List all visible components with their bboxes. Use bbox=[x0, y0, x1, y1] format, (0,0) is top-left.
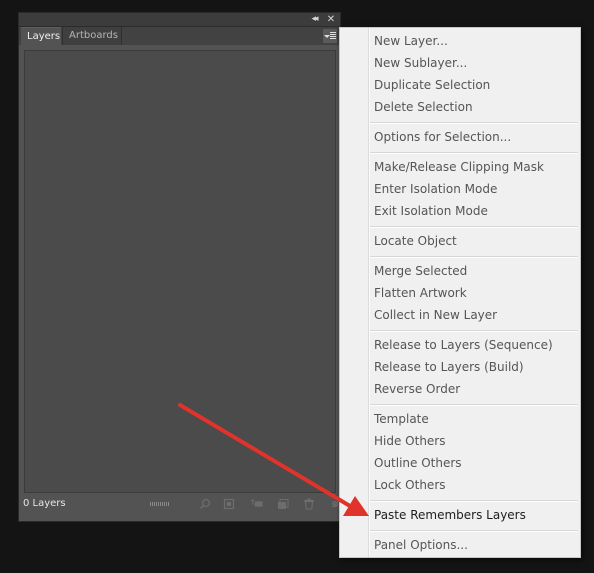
menu-item-paste-remembers-layers[interactable]: Paste Remembers Layers bbox=[374, 504, 526, 526]
menu-item-options-for-selection[interactable]: Options for Selection... bbox=[374, 126, 511, 148]
layer-count-label: 0 Layers bbox=[23, 498, 66, 509]
menu-item-duplicate-selection[interactable]: Duplicate Selection bbox=[374, 74, 490, 96]
search-icon[interactable] bbox=[199, 498, 211, 510]
menu-separator bbox=[370, 122, 578, 124]
chevron-down-icon bbox=[324, 35, 330, 38]
menu-item-exit-isolation-mode[interactable]: Exit Isolation Mode bbox=[374, 200, 488, 222]
clipping-mask-icon[interactable] bbox=[223, 498, 235, 510]
menu-gutter bbox=[368, 28, 370, 557]
close-icon[interactable]: ✕ bbox=[324, 13, 338, 26]
menu-separator bbox=[370, 404, 578, 406]
menu-item-release-to-layers-build[interactable]: Release to Layers (Build) bbox=[374, 356, 524, 378]
menu-separator bbox=[370, 530, 578, 532]
menu-item-reverse-order[interactable]: Reverse Order bbox=[374, 378, 460, 400]
new-sublayer-icon[interactable] bbox=[251, 498, 265, 510]
tab-bar: Layers Artboards bbox=[19, 27, 340, 45]
trash-icon[interactable] bbox=[303, 498, 315, 510]
layers-panel-flyout-menu: New Layer... New Sublayer... Duplicate S… bbox=[339, 27, 581, 558]
menu-item-panel-options[interactable]: Panel Options... bbox=[374, 534, 468, 556]
menu-item-new-sublayer[interactable]: New Sublayer... bbox=[374, 52, 467, 74]
menu-separator bbox=[370, 226, 578, 228]
layers-panel: ◂◂ ✕ Layers Artboards 0 Layers bbox=[18, 12, 341, 522]
panel-resize-handle[interactable] bbox=[150, 502, 170, 506]
menu-separator bbox=[370, 330, 578, 332]
menu-item-outline-others[interactable]: Outline Others bbox=[374, 452, 462, 474]
menu-item-delete-selection[interactable]: Delete Selection bbox=[374, 96, 473, 118]
menu-item-locate-object[interactable]: Locate Object bbox=[374, 230, 457, 252]
menu-item-release-to-layers-sequence[interactable]: Release to Layers (Sequence) bbox=[374, 334, 553, 356]
menu-item-enter-isolation-mode[interactable]: Enter Isolation Mode bbox=[374, 178, 497, 200]
menu-item-template[interactable]: Template bbox=[374, 408, 429, 430]
panel-menu-button[interactable] bbox=[323, 29, 337, 43]
hamburger-icon bbox=[330, 32, 336, 33]
panel-title-bar[interactable]: ◂◂ ✕ bbox=[19, 13, 340, 27]
tab-artboards[interactable]: Artboards bbox=[62, 27, 122, 45]
layers-list[interactable] bbox=[24, 50, 336, 493]
panel-footer: 0 Layers bbox=[19, 496, 340, 512]
menu-separator bbox=[370, 152, 578, 154]
menu-item-make-release-clipping-mask[interactable]: Make/Release Clipping Mask bbox=[374, 156, 544, 178]
resize-grip-icon[interactable] bbox=[332, 501, 338, 507]
menu-item-merge-selected[interactable]: Merge Selected bbox=[374, 260, 467, 282]
menu-item-hide-others[interactable]: Hide Others bbox=[374, 430, 446, 452]
menu-separator bbox=[370, 256, 578, 258]
collapse-panel-icon[interactable]: ◂◂ bbox=[307, 13, 321, 26]
menu-item-lock-others[interactable]: Lock Others bbox=[374, 474, 446, 496]
tab-layers[interactable]: Layers bbox=[21, 27, 61, 45]
menu-item-collect-in-new-layer[interactable]: Collect in New Layer bbox=[374, 304, 497, 326]
menu-separator bbox=[370, 500, 578, 502]
menu-item-new-layer[interactable]: New Layer... bbox=[374, 30, 448, 52]
new-layer-icon[interactable] bbox=[277, 498, 289, 510]
menu-item-flatten-artwork[interactable]: Flatten Artwork bbox=[374, 282, 467, 304]
